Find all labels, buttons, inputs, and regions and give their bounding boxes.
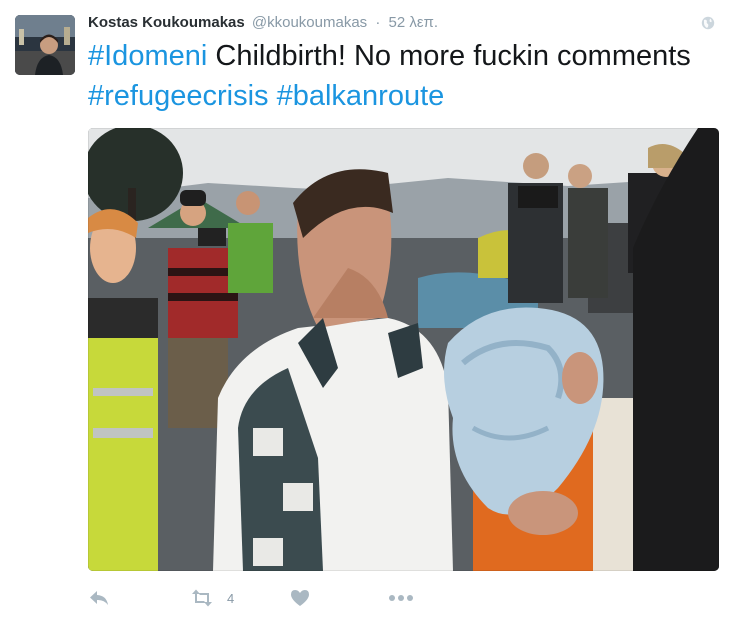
retweet-button[interactable]: 4	[190, 586, 234, 610]
tweet-text: #Idomeni Childbirth! No more fuckin comm…	[88, 36, 708, 116]
more-dots-icon	[389, 595, 413, 601]
retweet-icon	[192, 589, 212, 607]
hashtag-refugeecrisis[interactable]: #refugeecrisis	[88, 80, 269, 112]
reply-button[interactable]	[88, 586, 110, 610]
heart-icon	[291, 590, 309, 606]
meta-separator: ·	[375, 14, 381, 31]
reply-icon	[90, 591, 108, 605]
tweet-photo[interactable]	[88, 128, 719, 571]
retweet-count: 4	[227, 590, 235, 606]
tweet-header: Kostas Koukoumakas @kkoukoumakas · 52 λε…	[88, 13, 715, 35]
hashtag-balkanroute[interactable]: #balkanroute	[277, 80, 445, 112]
hashtag-idomeni[interactable]: #Idomeni	[88, 40, 207, 72]
author-avatar[interactable]	[15, 15, 75, 75]
timestamp[interactable]: 52 λεπ.	[389, 14, 439, 31]
author-name[interactable]: Kostas Koukoumakas	[88, 14, 245, 31]
more-button[interactable]	[388, 586, 414, 610]
tweet-actions: 4	[88, 586, 488, 610]
like-button[interactable]	[290, 586, 310, 610]
text-space	[269, 80, 277, 112]
globe-icon	[701, 16, 715, 30]
tweet-body-text: Childbirth! No more fuckin comments	[207, 40, 691, 72]
author-handle[interactable]: @kkoukoumakas	[252, 14, 367, 31]
